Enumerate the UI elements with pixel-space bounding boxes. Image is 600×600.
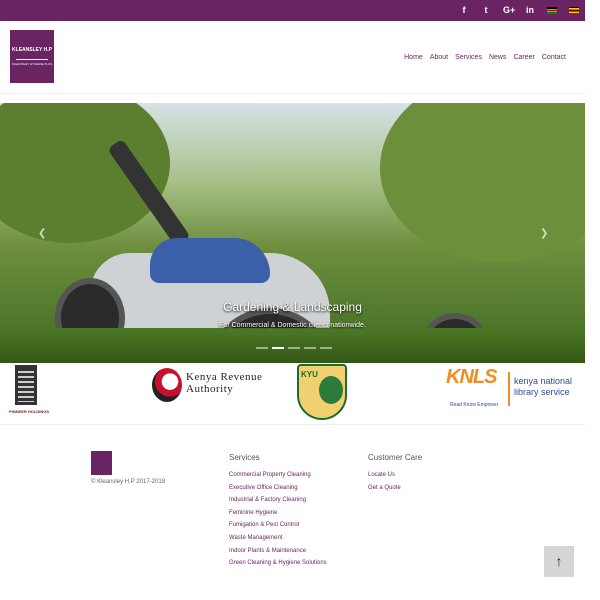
building-icon (15, 365, 37, 405)
knls-line2: library service (514, 387, 570, 397)
nav-news[interactable]: News (489, 54, 507, 61)
hero-grass (0, 328, 585, 363)
kyu-logo: KYU (297, 364, 347, 422)
services-heading: Services (229, 453, 260, 462)
footer-link-service[interactable]: Industrial & Factory Cleaning (229, 494, 327, 507)
logo-title: KLEANSLEY H.P (12, 47, 52, 53)
mower-engine-cover (150, 238, 270, 283)
footer-link-quote[interactable]: Get a Quote (368, 482, 422, 495)
slider-dot-active[interactable] (272, 347, 284, 349)
footer-link-service[interactable]: Indoor Plants & Maintenance (229, 545, 327, 558)
nav-home[interactable]: Home (404, 54, 423, 61)
slider-dot[interactable] (320, 347, 332, 349)
right-gutter (585, 0, 600, 430)
slider-next-icon[interactable]: ❯ (540, 228, 548, 239)
top-bar: f t G+ in (0, 0, 585, 21)
kra-logo: Kenya Revenue Authority (152, 368, 282, 404)
footer-link-service[interactable]: Fumigation & Pest Control (229, 519, 327, 532)
topbar-icons: f t G+ in (459, 0, 579, 21)
hero-subcaption: For Commercial & Domestic clients nation… (219, 322, 366, 329)
kra-line2: Authority (186, 383, 234, 395)
partners-strip: PINNEER HOLDINGS Kenya Revenue Authority… (0, 363, 585, 425)
footer-link-service[interactable]: Feminine Hygiene (229, 507, 327, 520)
back-to-top-button[interactable]: ↑ (544, 546, 574, 577)
footer-link-service[interactable]: Green Cleaning & Hygiene Solutions (229, 557, 327, 570)
hero-caption: Gardening & Landscaping (223, 300, 362, 314)
slider-prev-icon[interactable]: ❮ (38, 228, 46, 239)
nav-career[interactable]: Career (513, 54, 534, 61)
kyu-initials: KYU (301, 370, 318, 379)
kra-name: Kenya Revenue Authority (186, 371, 262, 395)
logo-subtitle: KLEANSLEY HYGIENE PLUS (11, 62, 53, 66)
pinnacle-logo: PINNEER HOLDINGS (5, 365, 49, 421)
knls-name: kenya national library service (514, 376, 572, 398)
slider-dot[interactable] (288, 347, 300, 349)
footer-copyright: © Kleansley H.P 2017-2018 (91, 479, 166, 485)
arrow-up-icon: ↑ (555, 553, 563, 569)
twitter-icon[interactable]: t (481, 0, 491, 21)
logo-divider (16, 59, 48, 60)
nav-contact[interactable]: Contact (542, 54, 566, 61)
footer-link-service[interactable]: Executive Office Cleaning (229, 482, 327, 495)
lion-icon (152, 368, 182, 402)
knls-divider (508, 372, 510, 406)
facebook-icon[interactable]: f (459, 0, 469, 21)
slider-dot[interactable] (256, 347, 268, 349)
footer-customer-care: Customer Care Locate Us Get a Quote (368, 453, 422, 494)
hero-bg-tree (380, 103, 585, 263)
main-nav: Home About Services News Career Contact (404, 54, 566, 61)
care-heading: Customer Care (368, 453, 423, 462)
kra-line1: Kenya Revenue (186, 371, 263, 383)
linkedin-icon[interactable]: in (525, 0, 535, 21)
nav-services[interactable]: Services (455, 54, 482, 61)
site-logo[interactable]: KLEANSLEY H.P KLEANSLEY HYGIENE PLUS (10, 30, 54, 83)
pinnacle-name: PINNEER HOLDINGS (8, 409, 49, 414)
knls-logo: KNLS Read Know Empower kenya national li… (446, 366, 581, 414)
footer-logo[interactable] (91, 451, 112, 475)
slider-dot[interactable] (304, 347, 316, 349)
knls-wordmark: KNLS (446, 366, 497, 388)
site-header: KLEANSLEY H.P KLEANSLEY HYGIENE PLUS Cle… (0, 21, 585, 94)
google-plus-icon[interactable]: G+ (503, 0, 515, 21)
knls-line1: kenya national (514, 376, 573, 386)
footer-link-service[interactable]: Waste Management (229, 532, 327, 545)
kenya-flag-icon[interactable] (547, 7, 557, 14)
logo-tagline: Cleaning and Hygiene Solutions (10, 77, 53, 81)
knls-tagline: Read Know Empower (450, 402, 499, 408)
nav-about[interactable]: About (430, 54, 448, 61)
site-footer: © Kleansley H.P 2017-2018 Services Comme… (0, 440, 600, 600)
footer-link-locate[interactable]: Locate Us (368, 469, 422, 482)
slider-indicators (256, 347, 332, 349)
footer-link-service[interactable]: Commercial Property Cleaning (229, 469, 327, 482)
footer-services: Services Commercial Property Cleaning Ex… (229, 453, 327, 570)
uganda-flag-icon[interactable] (569, 7, 579, 14)
